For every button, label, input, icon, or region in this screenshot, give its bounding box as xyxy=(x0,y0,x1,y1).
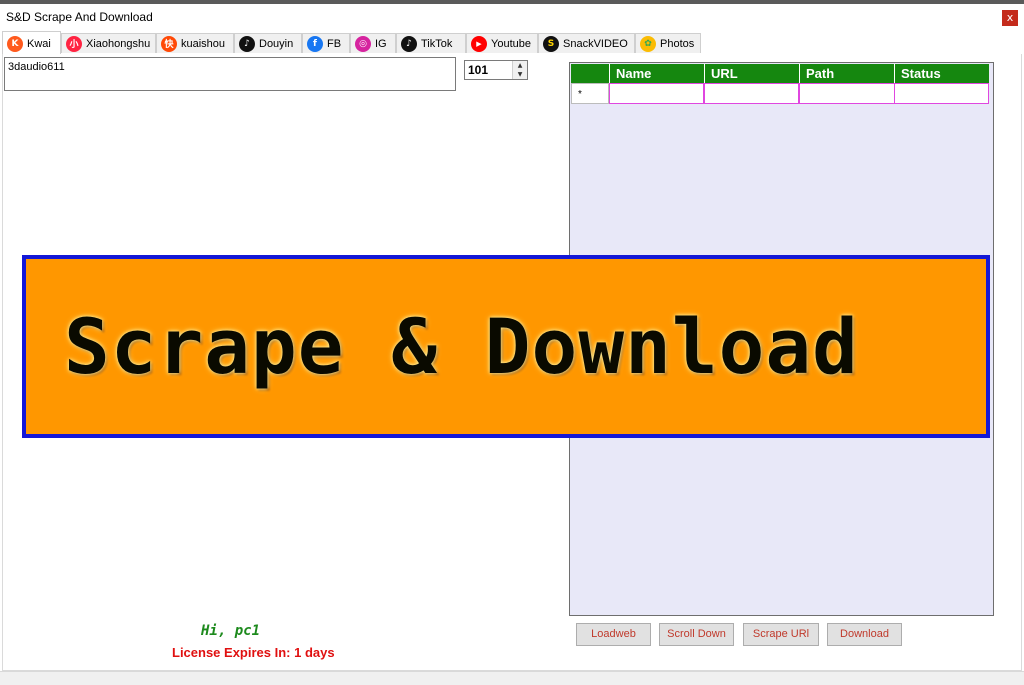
tab-label: Photos xyxy=(660,37,695,50)
tab-strip: K Kwai 小 Xiaohongshu 快 kuaishou ♪ Douyin… xyxy=(2,31,1022,55)
douyin-icon: ♪ xyxy=(239,35,255,52)
tab-xiaohongshu[interactable]: 小 Xiaohongshu xyxy=(61,33,156,53)
photos-icon: ✿ xyxy=(640,35,656,52)
column-header-path[interactable]: Path xyxy=(799,64,894,83)
instagram-icon: ◎ xyxy=(355,35,371,52)
scroll-down-button[interactable]: Scroll Down xyxy=(659,623,734,646)
tab-youtube[interactable]: ▶ Youtube xyxy=(466,33,538,53)
license-status: License Expires In: 1 days xyxy=(172,645,335,660)
tiktok-icon: ♪ xyxy=(401,35,417,52)
tab-label: Youtube xyxy=(491,37,531,50)
download-button[interactable]: Download xyxy=(827,623,902,646)
tab-photos[interactable]: ✿ Photos xyxy=(635,33,701,53)
tab-kuaishou[interactable]: 快 kuaishou xyxy=(156,33,234,53)
kuaishou-icon: 快 xyxy=(161,35,177,52)
tab-kwai[interactable]: K Kwai xyxy=(2,31,61,55)
column-header-url[interactable]: URL xyxy=(704,64,799,83)
close-button[interactable]: x xyxy=(1002,10,1018,26)
username-input[interactable]: 3daudio611 xyxy=(4,57,456,91)
tab-ig[interactable]: ◎ IG xyxy=(350,33,396,53)
count-spinner[interactable]: 101 ▲ ▼ xyxy=(464,60,528,80)
row-header[interactable]: * xyxy=(571,83,609,104)
tab-label: TikTok xyxy=(421,37,453,50)
table-row[interactable]: * xyxy=(571,83,989,104)
grid-cell-name[interactable] xyxy=(609,83,704,104)
tab-label: Douyin xyxy=(259,37,294,50)
status-strip xyxy=(0,671,1024,685)
title-bar: S&D Scrape And Download x xyxy=(0,4,1024,30)
tab-fb[interactable]: f FB xyxy=(302,33,350,53)
spinner-buttons: ▲ ▼ xyxy=(512,61,527,79)
grid-cell-url[interactable] xyxy=(704,83,799,104)
banner-title: Scrape & Download xyxy=(64,302,859,391)
tab-label: Xiaohongshu xyxy=(86,37,151,50)
spinner-value[interactable]: 101 xyxy=(468,63,488,77)
promo-banner: Scrape & Download xyxy=(22,255,990,438)
tab-tiktok[interactable]: ♪ TikTok xyxy=(396,33,466,53)
tab-snackvideo[interactable]: S SnackVIDEO xyxy=(538,33,635,53)
window-title: S&D Scrape And Download xyxy=(6,10,153,24)
column-header-name[interactable]: Name xyxy=(609,64,704,83)
tab-label: IG xyxy=(375,37,387,50)
tab-label: kuaishou xyxy=(181,37,226,50)
loadweb-button[interactable]: Loadweb xyxy=(576,623,651,646)
greeting-label: Hi, pc1 xyxy=(201,623,261,639)
spinner-down-icon[interactable]: ▼ xyxy=(513,70,527,79)
youtube-icon: ▶ xyxy=(471,35,487,52)
tab-douyin[interactable]: ♪ Douyin xyxy=(234,33,302,53)
xiaohongshu-icon: 小 xyxy=(66,35,82,52)
spinner-up-icon[interactable]: ▲ xyxy=(513,61,527,70)
tab-label: Kwai xyxy=(27,37,51,50)
column-header-status[interactable]: Status xyxy=(894,64,989,83)
grid-header: Name URL Path Status xyxy=(571,64,989,83)
snackvideo-icon: S xyxy=(543,35,559,52)
facebook-icon: f xyxy=(307,35,323,52)
grid-cell-status[interactable] xyxy=(894,83,989,104)
scrape-url-button[interactable]: Scrape URl xyxy=(743,623,819,646)
kwai-icon: K xyxy=(7,35,23,52)
tab-label: FB xyxy=(327,37,342,50)
tab-label: SnackVIDEO xyxy=(563,37,628,50)
grid-cell-path[interactable] xyxy=(799,83,895,104)
